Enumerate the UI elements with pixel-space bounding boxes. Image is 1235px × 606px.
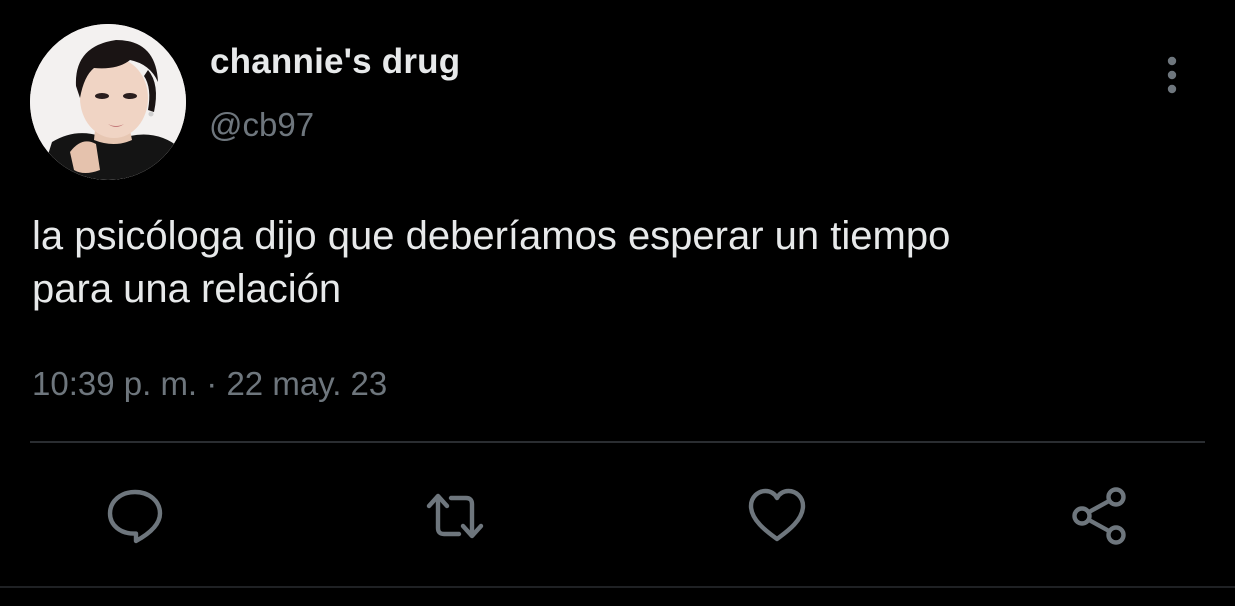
share-button[interactable] — [1069, 486, 1129, 546]
tweet-text-line: la psicóloga dijo que deberíamos esperar… — [32, 214, 951, 258]
avatar[interactable] — [30, 24, 186, 180]
more-options-button[interactable] — [1152, 52, 1192, 98]
timestamp-row: 10:39 p. m. · 22 may. 23 — [32, 365, 387, 403]
author-display-name[interactable]: channie's drug — [210, 42, 460, 82]
like-icon — [748, 488, 806, 542]
retweet-button[interactable] — [425, 486, 485, 546]
avatar-image — [30, 24, 186, 180]
tweet-text: la psicóloga dijo que deberíamos esperar… — [32, 210, 1202, 316]
retweet-icon — [426, 493, 484, 539]
reply-button[interactable] — [105, 486, 165, 546]
author-handle[interactable]: @cb97 — [209, 106, 314, 144]
tweet-time[interactable]: 10:39 p. m. — [32, 365, 197, 402]
tweet-card: channie's drug @cb97 la psicóloga dijo q… — [0, 0, 1235, 606]
share-icon — [1072, 487, 1126, 545]
tweet-date[interactable]: 22 may. 23 — [226, 365, 387, 402]
like-button[interactable] — [747, 486, 807, 546]
tweet-text-line: para una relación — [32, 267, 342, 311]
bottom-divider — [0, 586, 1235, 588]
more-vertical-icon — [1167, 56, 1177, 94]
divider — [30, 441, 1205, 443]
reply-icon — [107, 489, 163, 544]
timestamp-separator: · — [206, 365, 218, 402]
